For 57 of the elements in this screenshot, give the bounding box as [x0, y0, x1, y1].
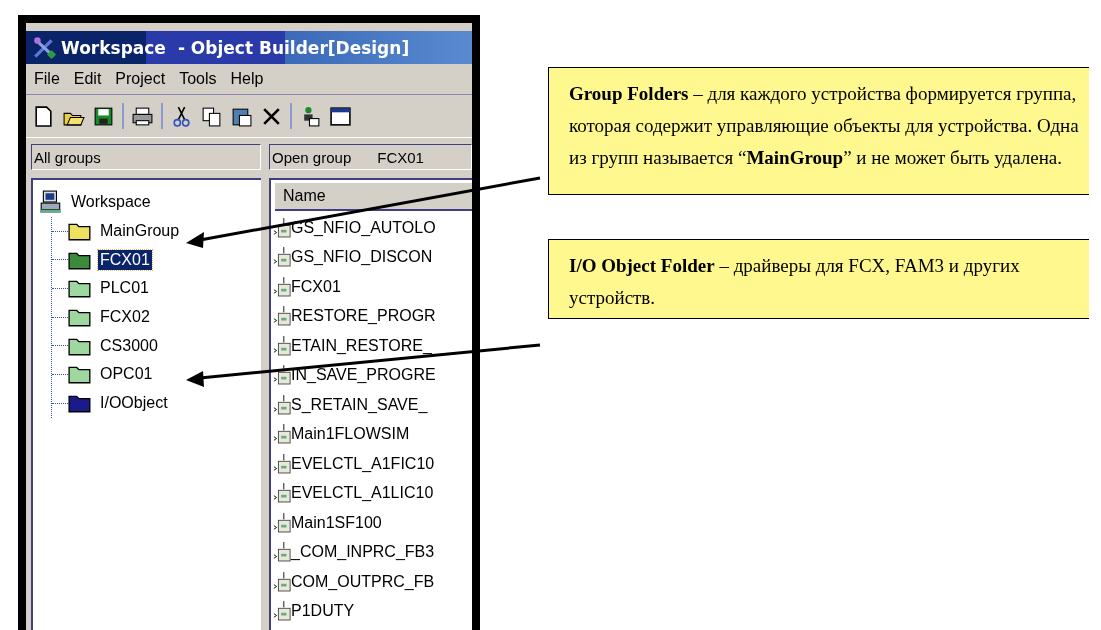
list-item[interactable]: FCX01 — [291, 277, 341, 296]
object-icon — [273, 452, 291, 475]
object-icon — [273, 393, 291, 416]
object-icon — [273, 216, 291, 239]
list-item[interactable]: P1DUTY — [291, 602, 355, 621]
window-icon[interactable] — [329, 104, 352, 128]
copy-icon[interactable] — [200, 104, 223, 128]
object-icon — [273, 246, 291, 269]
column-header[interactable]: Name — [275, 183, 472, 211]
object-icon — [273, 364, 291, 387]
menu-item[interactable]: Tools — [179, 70, 217, 88]
list-item[interactable]: _COM_INPRC_FB3 — [291, 543, 435, 562]
new-file-icon[interactable] — [32, 104, 55, 128]
menu-item[interactable]: Help — [230, 70, 264, 88]
group-name: FCX01 — [377, 148, 424, 166]
window-title: Workspace — [61, 37, 166, 58]
object-icon — [273, 570, 291, 593]
list-item[interactable]: RESTORE_PROGR — [291, 307, 436, 326]
object-icon — [273, 423, 291, 446]
tools-icon — [32, 34, 58, 61]
object-icon — [273, 334, 291, 357]
list-item[interactable]: IN_SAVE_PROGRE — [291, 366, 436, 385]
menu-item[interactable]: File — [34, 70, 60, 88]
menu-item[interactable]: Edit — [73, 70, 102, 88]
print-icon[interactable] — [131, 104, 154, 128]
tree-item[interactable]: OPC01 — [98, 364, 155, 385]
callout-box: Group Folders – для каждого устройства формируется группа, которая содержит управляющие объекты для устройства. Одна из групп называется “MainGroup” и не может быть удалена. — [548, 67, 1089, 195]
menu-item[interactable]: Project — [115, 70, 166, 88]
object-icon — [273, 511, 291, 534]
list-item[interactable]: EVELCTL_A1FIC10 — [291, 454, 435, 473]
list-item[interactable]: S_RETAIN_SAVE_ — [291, 395, 428, 414]
list-item[interactable]: GS_NFIO_DISCON — [291, 248, 433, 267]
list-item[interactable]: Main1FLOWSIM — [291, 425, 410, 444]
tree-item[interactable]: FCX02 — [98, 307, 152, 328]
window-subtitle: - Object Builder[Design] — [177, 37, 410, 58]
tree-item[interactable]: PLC01 — [98, 278, 151, 299]
tree-item[interactable]: I/OObject — [98, 393, 170, 414]
object-icon — [273, 482, 291, 505]
list-item[interactable]: EVELCTL_A1LIC10 — [291, 484, 434, 503]
list-item[interactable]: COM_OUTPRC_FB — [291, 572, 435, 591]
object-icon — [273, 275, 291, 298]
object-icon — [273, 305, 291, 328]
panel-title: Open group — [272, 148, 352, 166]
object-icon — [273, 541, 291, 564]
tree-item[interactable]: MainGroup — [98, 221, 182, 242]
list-item[interactable]: Main1SF100 — [291, 513, 382, 532]
tree-item[interactable]: CS3000 — [98, 335, 160, 356]
computer-icon — [39, 190, 63, 215]
cut-icon[interactable] — [170, 104, 193, 128]
list-item[interactable]: ETAIN_RESTORE_ — [291, 336, 432, 355]
tree-item[interactable]: FCX01 — [98, 249, 152, 270]
list-item[interactable]: GS_NFIO_AUTOLO — [291, 218, 436, 237]
panel-title: All groups — [34, 148, 101, 166]
tree-item[interactable]: Workspace — [69, 192, 153, 213]
callout-box: I/O Object Folder – драйверы для FCX, FAM3 и других устройств. — [548, 239, 1089, 319]
object-icon — [273, 600, 291, 623]
save-icon[interactable] — [92, 104, 115, 128]
